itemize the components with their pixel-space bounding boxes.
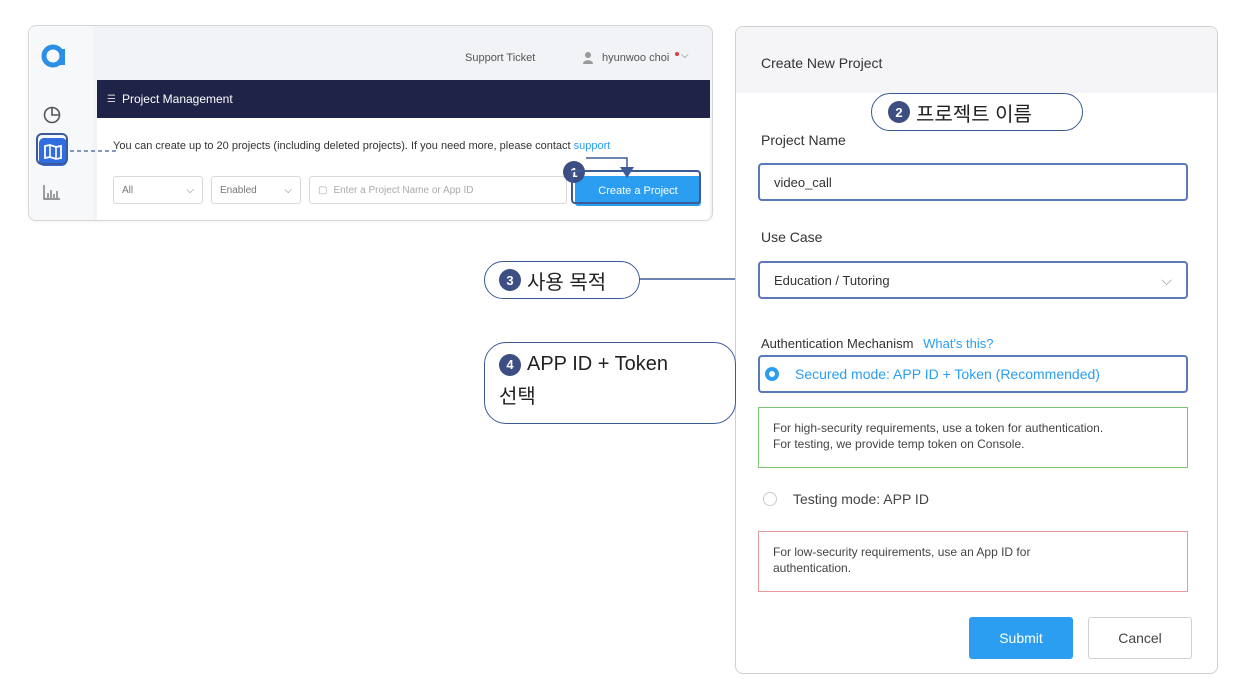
create-button-highlight <box>571 170 701 204</box>
testing-desc-line1: For low-security requirements, use an Ap… <box>773 545 1031 559</box>
callout-3-text: 사용 목적 <box>527 271 607 294</box>
callout-3: 3 사용 목적 <box>484 261 640 299</box>
callout-2: 2 프로젝트 이름 <box>871 93 1083 131</box>
testing-mode-label: Testing mode: APP ID <box>793 491 929 507</box>
callout-4-text-line2: 선택 <box>499 386 536 408</box>
secured-desc-line2: For testing, we provide temp token on Co… <box>773 437 1025 451</box>
callout-4-text-line1: APP ID + Token <box>527 353 669 375</box>
submit-button[interactable]: Submit <box>969 617 1073 659</box>
callout-4: 4 APP ID + Token 선택 <box>484 342 736 424</box>
callout-4-badge: 4 <box>499 353 521 376</box>
callout-2-text: 프로젝트 이름 <box>916 103 1032 126</box>
secured-mode-description: For high-security requirements, use a to… <box>758 407 1188 468</box>
testing-mode-option[interactable]: Testing mode: APP ID <box>763 491 929 507</box>
callout-2-badge: 2 <box>888 101 910 123</box>
use-case-select[interactable]: Education / Tutoring ⌵ <box>758 261 1188 299</box>
testing-mode-radio[interactable] <box>763 492 777 506</box>
auth-mechanism-label: Authentication Mechanism <box>761 336 914 351</box>
use-case-label: Use Case <box>761 229 823 245</box>
testing-desc-line2: authentication. <box>773 561 852 575</box>
whats-this-link[interactable]: What's this? <box>923 336 993 351</box>
cancel-button[interactable]: Cancel <box>1088 617 1192 659</box>
testing-mode-description: For low-security requirements, use an Ap… <box>758 531 1188 592</box>
auth-mechanism-row: Authentication Mechanism What's this? <box>761 336 994 351</box>
dialog-title: Create New Project <box>761 55 883 71</box>
secured-desc-line1: For high-security requirements, use a to… <box>773 421 1104 435</box>
secured-mode-label: Secured mode: APP ID + Token (Recommende… <box>795 366 1100 382</box>
project-name-input[interactable]: video_call <box>758 163 1188 201</box>
use-case-value: Education / Tutoring <box>774 272 890 288</box>
callout-3-badge: 3 <box>499 269 521 291</box>
secured-mode-radio[interactable] <box>765 367 779 381</box>
secured-mode-option[interactable]: Secured mode: APP ID + Token (Recommende… <box>758 355 1188 393</box>
chevron-down-icon: ⌵ <box>1161 271 1172 288</box>
project-name-label: Project Name <box>761 132 846 148</box>
sidebar-highlight <box>36 133 68 165</box>
